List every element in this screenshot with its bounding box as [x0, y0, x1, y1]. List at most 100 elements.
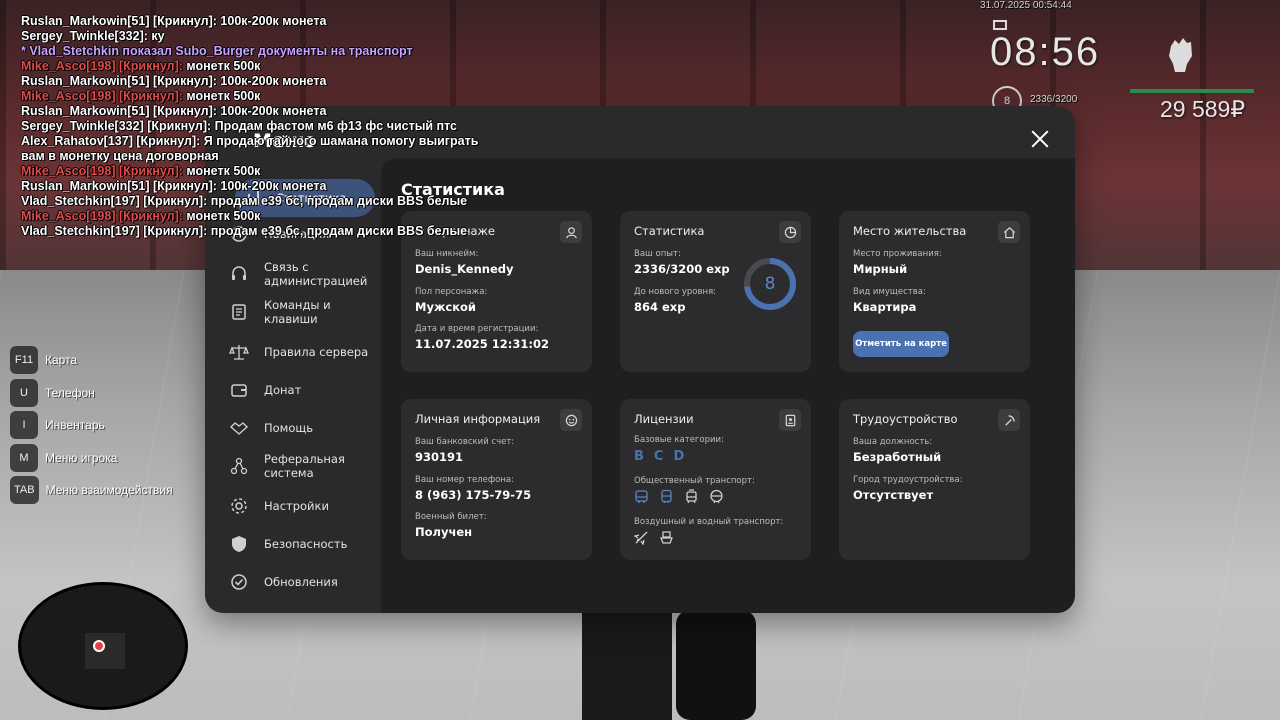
document-icon [232, 304, 246, 320]
chat-author: Sergey_Twinkle[332]: [21, 29, 148, 43]
minimap [18, 582, 188, 710]
bank-label: Ваш банковский счет: [415, 437, 515, 447]
fist-icon [1169, 38, 1192, 72]
sidebar-item-security[interactable]: Безопасность [229, 534, 377, 554]
hint-player-menu: M Меню игрока [10, 443, 173, 472]
card-title: Личная информация [415, 412, 541, 426]
card-title: Статистика [634, 224, 705, 238]
gender-value: Мужской [415, 300, 476, 314]
property-label: Вид имущества: [853, 287, 926, 297]
license-category: D [673, 449, 685, 464]
next-level-value: 864 exp [634, 300, 686, 314]
chat-author: Ruslan_Markowin[51] [Крикнул]: [21, 104, 217, 118]
hint-map: F11 Карта [10, 346, 173, 374]
sidebar-item-label: Правила сервера [264, 345, 369, 359]
hint-key: I [10, 411, 38, 439]
network-icon [230, 457, 248, 475]
base-categories-label: Базовые категории: [634, 435, 724, 445]
chat-line: Ruslan_Markowin[51] [Крикнул]: 100к-200к… [21, 104, 541, 119]
chat-message: вам в монетку цена договорная [21, 149, 219, 163]
check-circle-icon [231, 574, 247, 590]
chat-message: продам е39 бс, продам диски BBS белые [207, 224, 468, 238]
health-bar-fill [1130, 89, 1254, 93]
card-title: Трудоустройство [853, 412, 958, 426]
handshake-icon [229, 422, 249, 435]
chat-message: монетк 500к [182, 164, 261, 178]
air-water-transport-label: Воздушный и водный транспорт: [634, 517, 784, 527]
sidebar-item-updates[interactable]: Обновления [229, 572, 377, 592]
hint-key: TAB [10, 476, 39, 504]
exp-label: Ваш опыт: [634, 249, 681, 259]
sidebar-item-label: Реферальная система [264, 452, 345, 480]
sidebar-item-label: Команды и клавиши [264, 298, 331, 326]
gear-icon [231, 498, 247, 514]
sidebar-item-admin-contact[interactable]: Связь с администрацией [229, 260, 377, 288]
chat-message: монетк 500к [182, 89, 261, 103]
hint-key: U [10, 378, 38, 407]
shield-icon [232, 536, 246, 552]
sidebar-item-settings[interactable]: Настройки [229, 496, 377, 516]
chat-line: Mike_Asco[198] [Крикнул]: монетк 500к [21, 209, 541, 224]
hint-inventory: I Инвентарь [10, 411, 173, 439]
work-city-value: Отсутствует [853, 488, 934, 502]
chat-line: Sergey_Twinkle[332] [Крикнул]: Продам фа… [21, 119, 541, 134]
sidebar-item-label: Донат [264, 383, 302, 397]
chat-line: вам в монетку цена договорная [21, 149, 541, 164]
registration-label: Дата и время регистрации: [415, 324, 539, 334]
player-marker-icon [93, 640, 105, 652]
user-icon [560, 221, 582, 243]
close-button[interactable] [1027, 126, 1053, 152]
sidebar-item-label: Обновления [264, 575, 338, 589]
mail-icon [993, 20, 1007, 30]
sidebar-item-label: Связь с администрацией [264, 260, 368, 288]
hint-label: Карта [45, 353, 78, 367]
id-card-icon [779, 409, 801, 431]
hint-label: Инвентарь [45, 418, 105, 432]
hud-date: 31.07.2025 00:54:44 [980, 0, 1072, 11]
sidebar-item-help[interactable]: Помощь [229, 418, 377, 438]
chat-line: Mike_Asco[198] [Крикнул]: монетк 500к [21, 164, 541, 179]
mark-on-map-button[interactable]: Отметить на карте [853, 331, 949, 357]
chat-author: Ruslan_Markowin[51] [Крикнул]: [21, 74, 217, 88]
chat-line: Sergey_Twinkle[332]: ку [21, 29, 541, 44]
chat-line: Ruslan_Markowin[51] [Крикнул]: 100к-200к… [21, 74, 541, 89]
sidebar-item-label: Безопасность [264, 537, 348, 551]
card-residence: Место жительства Место проживания: Мирны… [839, 211, 1030, 372]
chat-log: Ruslan_Markowin[51] [Крикнул]: 100к-200к… [21, 14, 541, 239]
keybind-hints: F11 Карта U Телефон I Инвентарь M Меню и… [10, 346, 173, 509]
chat-author: Vlad_Stetchkin[197] [Крикнул]: [21, 194, 208, 208]
scales-icon [229, 345, 249, 360]
house-icon [998, 221, 1020, 243]
sidebar-item-rules[interactable]: Правила сервера [229, 342, 377, 362]
chat-message: 100к-200к монета [216, 179, 327, 193]
phone-label: Ваш номер телефона: [415, 475, 514, 485]
hint-key: F11 [10, 346, 38, 374]
sidebar-item-donate[interactable]: Донат [229, 380, 377, 400]
sidebar-item-referral[interactable]: Реферальная система [229, 452, 377, 480]
sidebar-item-commands[interactable]: Команды и клавиши [229, 298, 377, 326]
boat-icon [660, 531, 673, 544]
chat-author: Ruslan_Markowin[51] [Крикнул]: [21, 179, 217, 193]
health-bar [1130, 89, 1254, 93]
level-number: 8 [764, 274, 776, 294]
tram-icon [686, 489, 697, 504]
license-category: B [634, 449, 644, 464]
player-character [582, 600, 672, 720]
chat-author: Mike_Asco[198] [Крикнул]: [21, 164, 183, 178]
smile-icon [560, 409, 582, 431]
hint-label: Меню взаимодействия [45, 483, 173, 497]
bus-icon [635, 490, 648, 503]
chat-author: Mike_Asco[198] [Крикнул]: [21, 59, 183, 73]
next-level-label: До нового уровня: [634, 287, 717, 297]
public-transport-icons [634, 489, 724, 504]
chat-message: ку [147, 29, 165, 43]
phone-value: 8 (963) 175-79-75 [415, 488, 532, 502]
chat-author: Ruslan_Markowin[51] [Крикнул]: [21, 14, 217, 28]
card-statistics: Статистика Ваш опыт: 2336/3200 exp До но… [620, 211, 811, 372]
wallet-icon [231, 384, 247, 397]
chat-line: Vlad_Stetchkin[197] [Крикнул]: продам е3… [21, 194, 541, 209]
train-icon [710, 489, 723, 504]
chat-message: монетк 500к [182, 209, 261, 223]
chat-message: 100к-200к монета [216, 74, 327, 88]
hint-phone: U Телефон [10, 378, 173, 407]
